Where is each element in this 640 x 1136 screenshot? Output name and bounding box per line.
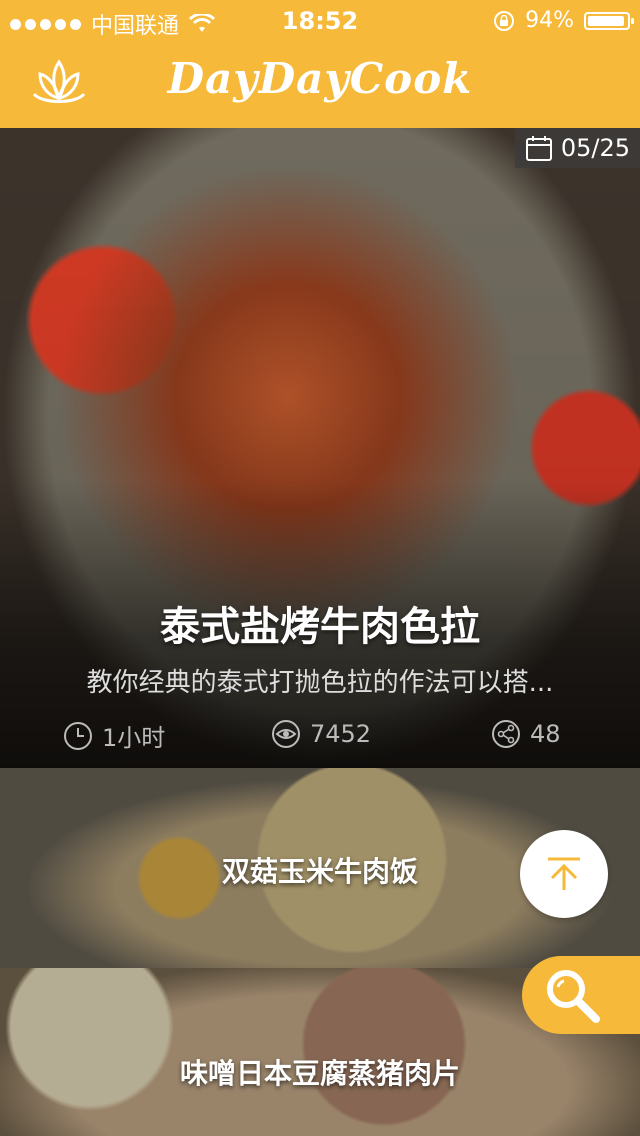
scroll-to-top-button[interactable]: [520, 830, 608, 918]
view-count-label: 7452: [310, 720, 372, 748]
cook-time: 1小时: [62, 718, 165, 753]
featured-meta: 1小时 7452 48: [0, 718, 640, 758]
battery-icon: [584, 11, 634, 30]
view-count: 7452: [270, 718, 371, 750]
status-bar: 中国联通 18:52 94%: [0, 0, 640, 40]
status-right: 94%: [493, 8, 634, 33]
share-count-label: 48: [530, 720, 561, 748]
rotation-lock-icon: [494, 10, 515, 31]
cook-time-label: 1小时: [102, 724, 166, 752]
date-badge: 05/25: [514, 128, 640, 168]
search-icon: [547, 970, 600, 1023]
date-label: 05/25: [560, 134, 630, 162]
share-count[interactable]: 48: [490, 718, 561, 750]
eye-icon: [272, 720, 300, 748]
battery-percent: 94%: [525, 8, 574, 33]
featured-subtitle: 教你经典的泰式打抛色拉的作法可以搭...: [86, 668, 554, 698]
top-bar: 中国联通 18:52 94% DayDayCook: [0, 0, 640, 128]
share-icon[interactable]: [490, 718, 522, 750]
featured-recipe-card[interactable]: 05/25 泰式盐烤牛肉色拉 教你经典的泰式打抛色拉的作法可以搭... 1小时 …: [0, 128, 640, 768]
nav-bar: DayDayCook: [0, 40, 640, 128]
featured-title: 泰式盐烤牛肉色拉: [160, 604, 480, 650]
recipe-title: 味噌日本豆腐蒸猪肉片: [179, 1057, 460, 1090]
search-button[interactable]: [522, 956, 640, 1034]
clock-icon: [64, 721, 92, 750]
calendar-icon: [525, 136, 552, 161]
arrow-up-to-top-icon: [548, 857, 580, 890]
app-title: DayDayCook: [167, 54, 473, 103]
